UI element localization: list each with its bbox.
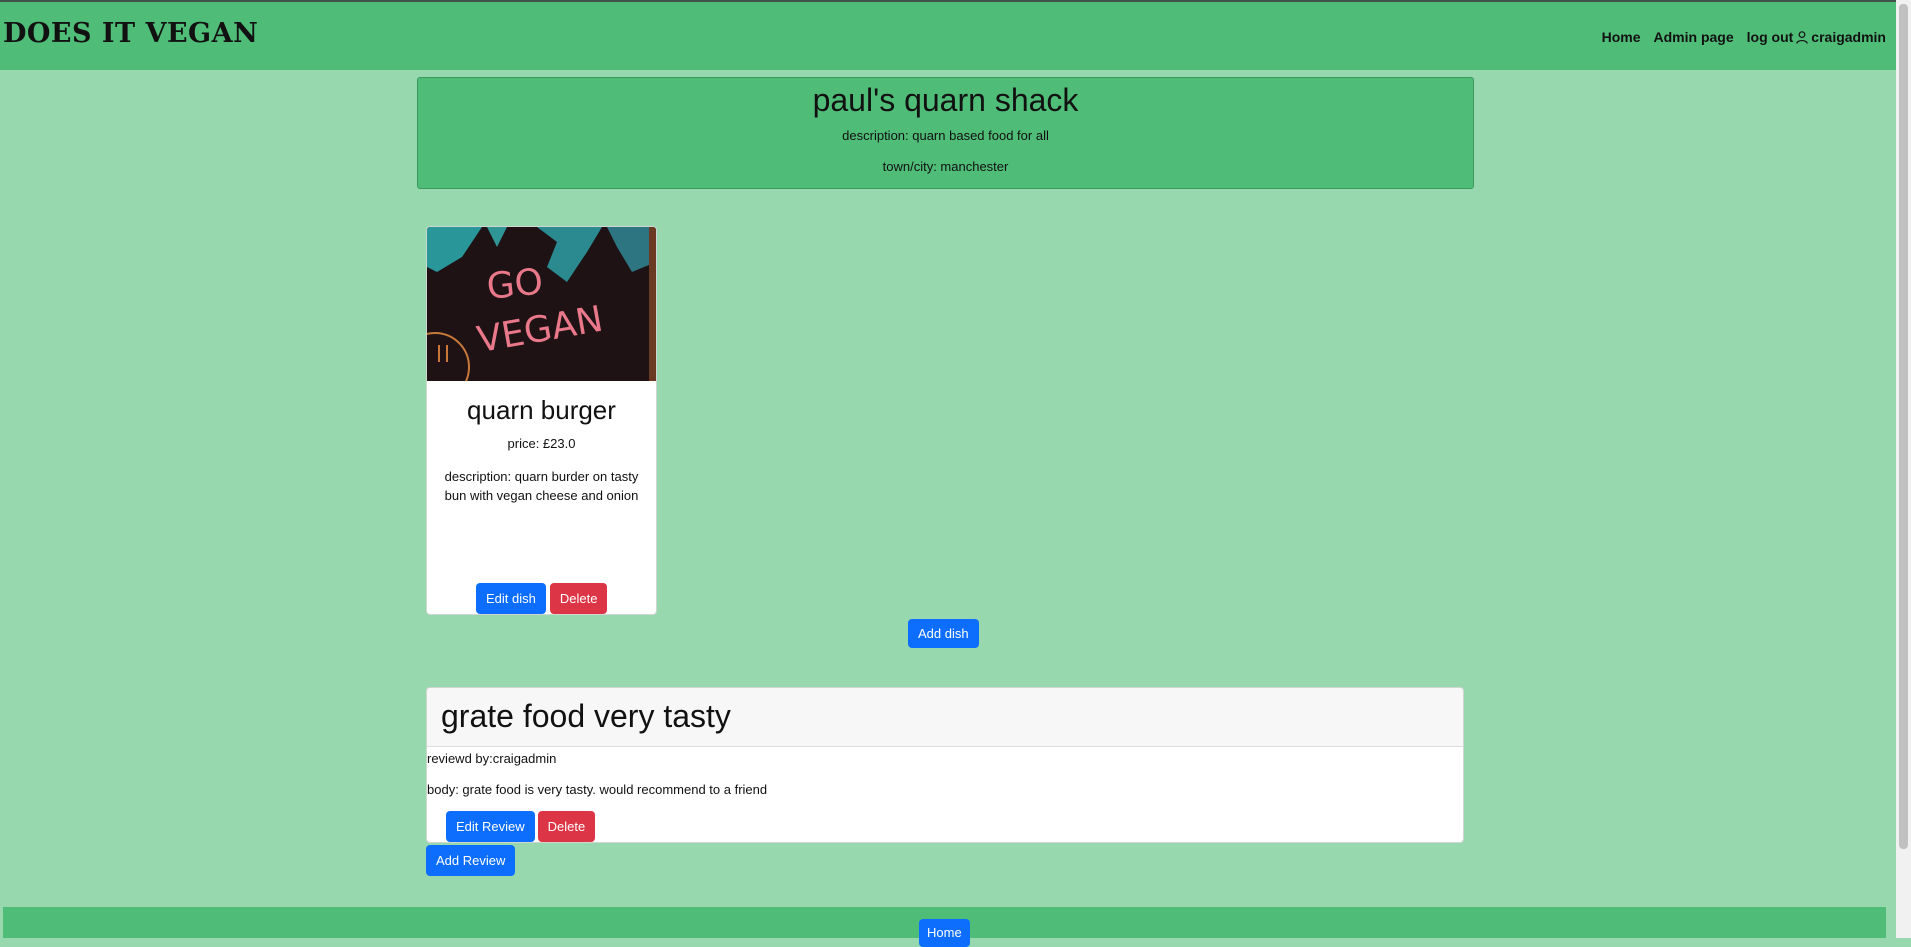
delete-review-button[interactable]: Delete xyxy=(537,811,596,842)
dish-image: GO VEGAN xyxy=(427,227,656,381)
review-card: grate food very tasty reviewd by:craigad… xyxy=(426,687,1464,843)
nav-logout-link[interactable]: log out xyxy=(1747,29,1794,45)
restaurant-town: town/city: manchester xyxy=(882,159,1009,174)
user-icon xyxy=(1796,30,1809,44)
add-dish-button[interactable]: Add dish xyxy=(908,619,979,648)
restaurant-name: paul's quarn shack xyxy=(812,82,1079,118)
review-title: grate food very tasty xyxy=(427,688,1463,747)
nav-home-link[interactable]: Home xyxy=(1602,29,1641,45)
edit-review-button[interactable]: Edit Review xyxy=(446,811,535,842)
page-scrollbar[interactable] xyxy=(1896,0,1911,938)
dish-actions: Edit dish Delete xyxy=(476,583,608,614)
dish-price: price: £23.0 xyxy=(507,436,576,451)
scrollbar-thumb[interactable] xyxy=(1899,4,1908,849)
add-review-button[interactable]: Add Review xyxy=(426,845,516,876)
footer-home-button[interactable]: Home xyxy=(919,919,970,947)
restaurant-info-panel: paul's quarn shack description: quarn ba… xyxy=(417,77,1474,189)
dish-card: GO VEGAN quarn burger price: £23.0 descr… xyxy=(426,226,657,615)
delete-dish-button[interactable]: Delete xyxy=(549,583,608,614)
review-body: body: grate food is very tasty. would re… xyxy=(427,782,768,797)
nav-logout-group: log out craigadmin xyxy=(1747,29,1886,45)
edit-dish-button[interactable]: Edit dish xyxy=(476,583,546,614)
navbar: DOES IT VEGAN Home Admin page log out cr… xyxy=(0,2,1896,70)
review-actions: Edit Review Delete xyxy=(446,811,596,842)
nav-admin-link[interactable]: Admin page xyxy=(1654,29,1734,45)
review-author: reviewd by:craigadmin xyxy=(427,751,557,766)
brand-logo[interactable]: DOES IT VEGAN xyxy=(3,18,258,49)
dish-description: description: quarn burder on tasty bun w… xyxy=(444,469,639,503)
dish-image-text-1: GO xyxy=(485,261,545,308)
restaurant-description: description: quarn based food for all xyxy=(842,128,1049,143)
dish-name: quarn burger xyxy=(467,395,616,425)
nav-links: Home Admin page log out craigadmin xyxy=(1602,29,1886,45)
footer: Home xyxy=(3,907,1886,947)
nav-username-link[interactable]: craigadmin xyxy=(1811,29,1886,45)
